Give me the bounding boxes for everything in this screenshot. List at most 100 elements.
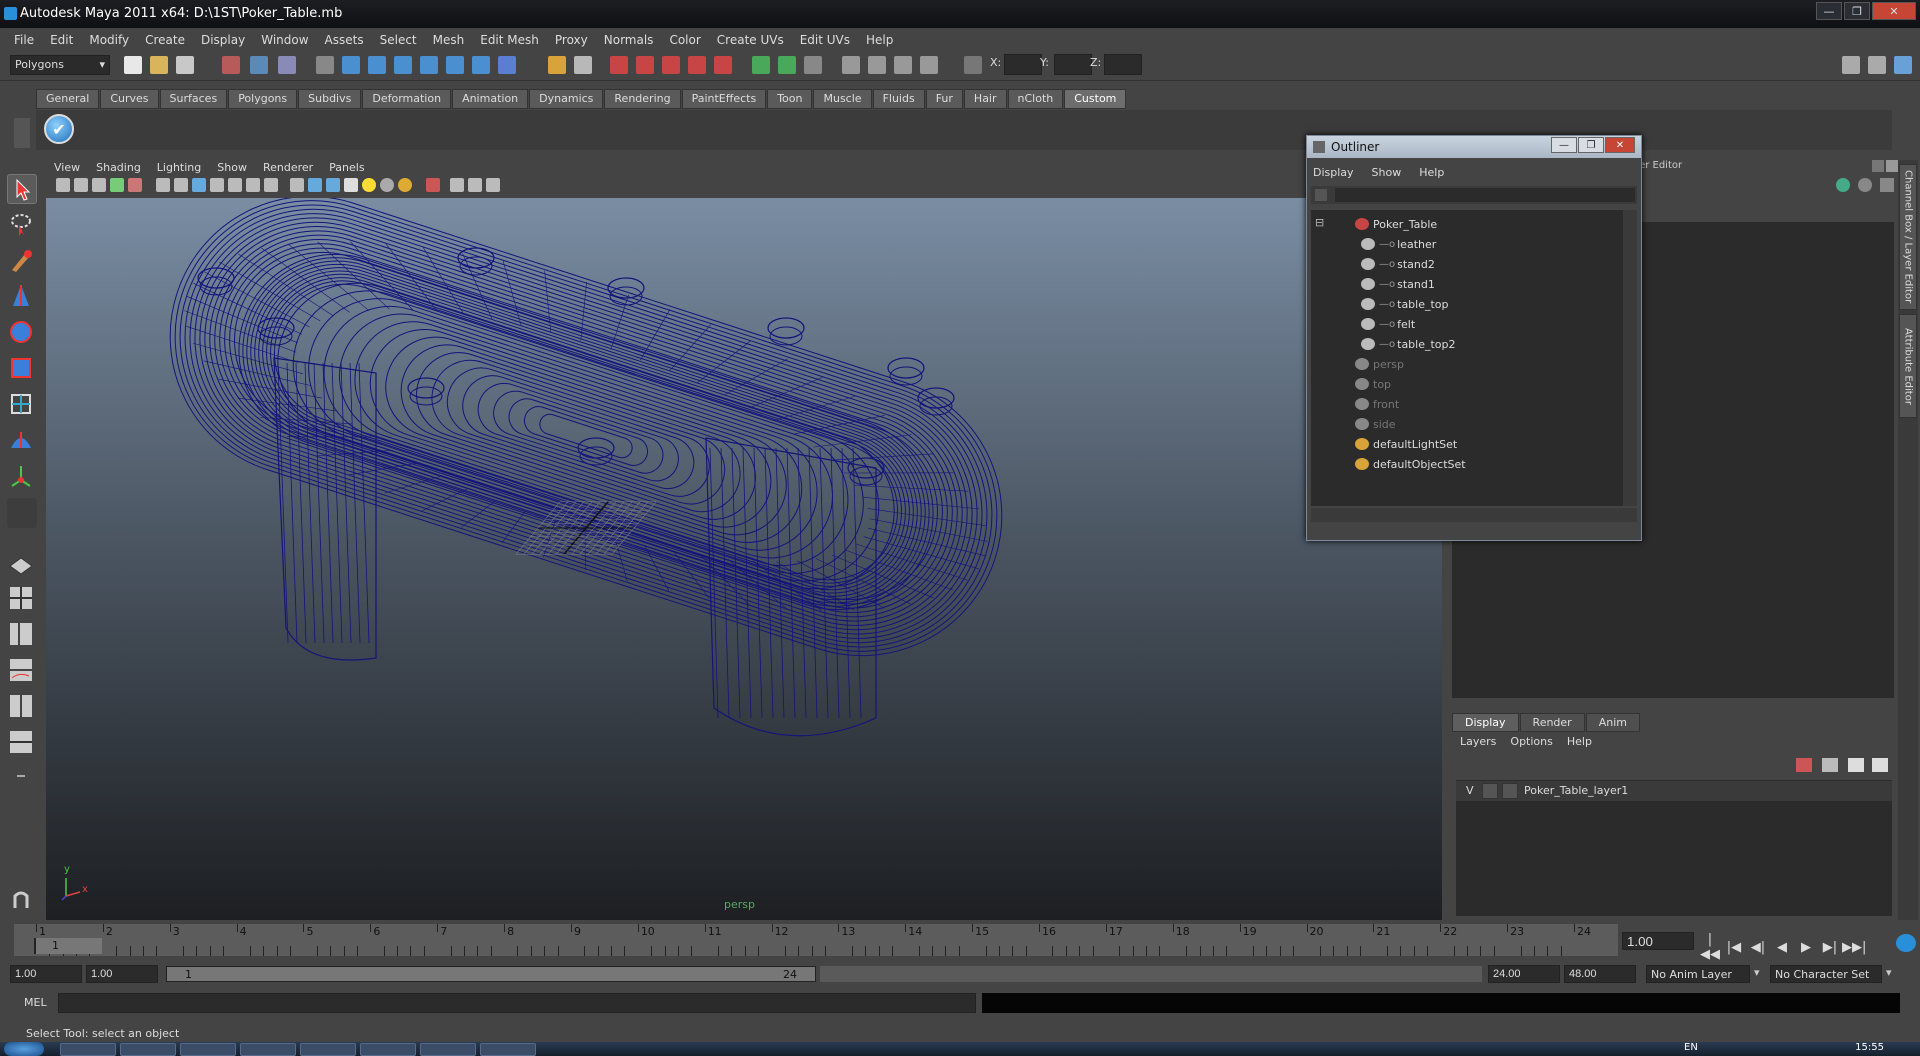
four-pane-layout-icon[interactable]: [7, 584, 37, 614]
use-all-lights-icon[interactable]: [362, 178, 376, 192]
persp-outliner-layout-icon[interactable]: [7, 620, 37, 650]
layer-type-toggle[interactable]: [1482, 783, 1498, 799]
snap-point-icon[interactable]: [394, 56, 412, 74]
soft-modification-icon[interactable]: [7, 426, 37, 456]
wireframe-icon[interactable]: [290, 178, 304, 192]
render-settings-icon[interactable]: [688, 56, 706, 74]
outliner-item[interactable]: top: [1311, 374, 1623, 394]
layer-color-swatch[interactable]: [1502, 783, 1518, 799]
tab-subdivs[interactable]: Subdivs: [298, 88, 362, 109]
resolution-gate-icon[interactable]: [192, 178, 206, 192]
tab-render[interactable]: Render: [1519, 712, 1585, 732]
hypershade-persp-layout-icon[interactable]: [7, 692, 37, 722]
scale-tool-icon[interactable]: [7, 354, 37, 384]
select-object-icon[interactable]: [250, 56, 268, 74]
transform-input-icon[interactable]: [804, 56, 822, 74]
tab-custom[interactable]: Custom: [1064, 88, 1127, 109]
toggle-tool-settings-icon[interactable]: [1868, 56, 1886, 74]
outliner-menu-display[interactable]: Display: [1313, 166, 1372, 179]
gate-mask-icon[interactable]: [210, 178, 224, 192]
vp-menu-panels[interactable]: Panels: [321, 161, 372, 174]
layer-menu-help[interactable]: Help: [1567, 735, 1606, 748]
show-hide-tool-icon[interactable]: [868, 56, 886, 74]
filter-icon[interactable]: [1315, 189, 1327, 201]
menu-edit-mesh[interactable]: Edit Mesh: [472, 33, 547, 47]
outliner-item[interactable]: —o table_top2: [1311, 334, 1623, 354]
universal-manipulator-icon[interactable]: [7, 390, 37, 420]
menu-display[interactable]: Display: [193, 33, 253, 47]
outliner-close-button[interactable]: ✕: [1605, 137, 1635, 153]
isolate-select-icon[interactable]: [426, 178, 440, 192]
play-forwards-button[interactable]: ▶: [1794, 940, 1818, 955]
menu-create[interactable]: Create: [137, 33, 193, 47]
current-time-marker[interactable]: 1: [34, 938, 102, 954]
move-down-layer-icon[interactable]: [1872, 758, 1888, 772]
tab-deformation[interactable]: Deformation: [362, 88, 452, 109]
new-layer-empty-icon[interactable]: [1796, 758, 1812, 772]
outliner-item[interactable]: —o leather: [1311, 234, 1623, 254]
snap-grid-icon[interactable]: [342, 56, 360, 74]
menu-color[interactable]: Color: [661, 33, 708, 47]
menu-edit-uvs[interactable]: Edit UVs: [792, 33, 858, 47]
taskbar-chrome[interactable]: [60, 1043, 116, 1056]
safe-action-icon[interactable]: [246, 178, 260, 192]
open-scene-icon[interactable]: [150, 56, 168, 74]
outliner-horizontal-scrollbar[interactable]: [1311, 508, 1637, 522]
tab-muscle[interactable]: Muscle: [813, 88, 872, 109]
film-gate-icon[interactable]: [174, 178, 188, 192]
channel-icon-b[interactable]: [1858, 178, 1872, 192]
single-pane-layout-icon[interactable]: [7, 548, 37, 578]
tab-curves[interactable]: Curves: [100, 88, 159, 109]
tab-polygons[interactable]: Polygons: [228, 88, 298, 109]
vp-menu-renderer[interactable]: Renderer: [255, 161, 321, 174]
taskbar-app-3[interactable]: [180, 1043, 236, 1056]
menu-select[interactable]: Select: [372, 33, 425, 47]
select-component-icon[interactable]: [278, 56, 296, 74]
bookmark-icon[interactable]: [92, 178, 106, 192]
menu-mesh[interactable]: Mesh: [425, 33, 473, 47]
close-panel-icon[interactable]: [1886, 160, 1898, 172]
input-ops-icon[interactable]: [548, 56, 566, 74]
step-back-frame-button[interactable]: ◀|: [1746, 940, 1770, 955]
animation-end-field[interactable]: [1564, 965, 1636, 983]
tab-toon[interactable]: Toon: [767, 88, 813, 109]
z-field[interactable]: [1104, 54, 1142, 75]
playback-end-field[interactable]: [1488, 965, 1560, 983]
outliner-item[interactable]: side: [1311, 414, 1623, 434]
range-track[interactable]: [820, 966, 1482, 982]
show-hide-channel-icon[interactable]: [894, 56, 912, 74]
persp-graph-layout-icon[interactable]: [7, 656, 37, 686]
outliner-title-bar[interactable]: Outliner — ❐ ✕: [1307, 136, 1641, 158]
go-to-start-button[interactable]: |◀◀: [1698, 932, 1722, 962]
taskbar-app-2[interactable]: [120, 1043, 176, 1056]
script-language-label[interactable]: MEL: [24, 996, 47, 1009]
menu-window[interactable]: Window: [253, 33, 316, 47]
save-scene-icon[interactable]: [176, 56, 194, 74]
lock-selection-icon[interactable]: [316, 56, 334, 74]
vp-menu-shading[interactable]: Shading: [88, 161, 149, 174]
textured-icon[interactable]: [344, 178, 358, 192]
history-icon[interactable]: [472, 56, 490, 74]
y-field[interactable]: [1054, 54, 1092, 75]
help-icon[interactable]: [498, 56, 516, 74]
rotate-tool-icon[interactable]: [7, 318, 37, 348]
current-time-field[interactable]: [1622, 932, 1694, 950]
wireframe-on-shaded-icon[interactable]: [326, 178, 340, 192]
rename-input-icon[interactable]: [778, 56, 796, 74]
smooth-shade-icon[interactable]: [308, 178, 322, 192]
vp-menu-view[interactable]: View: [46, 161, 88, 174]
lasso-tool-icon[interactable]: [7, 210, 37, 240]
menu-normals[interactable]: Normals: [596, 33, 662, 47]
tab-hair[interactable]: Hair: [963, 88, 1007, 109]
outliner-item[interactable]: front: [1311, 394, 1623, 414]
show-hide-attr-icon[interactable]: [842, 56, 860, 74]
snap-live-icon[interactable]: [446, 56, 464, 74]
toggle-attribute-editor-icon[interactable]: [1842, 56, 1860, 74]
tab-surfaces[interactable]: Surfaces: [159, 88, 228, 109]
menu-create-uvs[interactable]: Create UVs: [709, 33, 792, 47]
new-scene-icon[interactable]: [124, 56, 142, 74]
selection-input-icon[interactable]: [752, 56, 770, 74]
field-chart-icon[interactable]: [228, 178, 242, 192]
vp-menu-show[interactable]: Show: [209, 161, 255, 174]
paint-select-tool-icon[interactable]: [7, 246, 37, 276]
